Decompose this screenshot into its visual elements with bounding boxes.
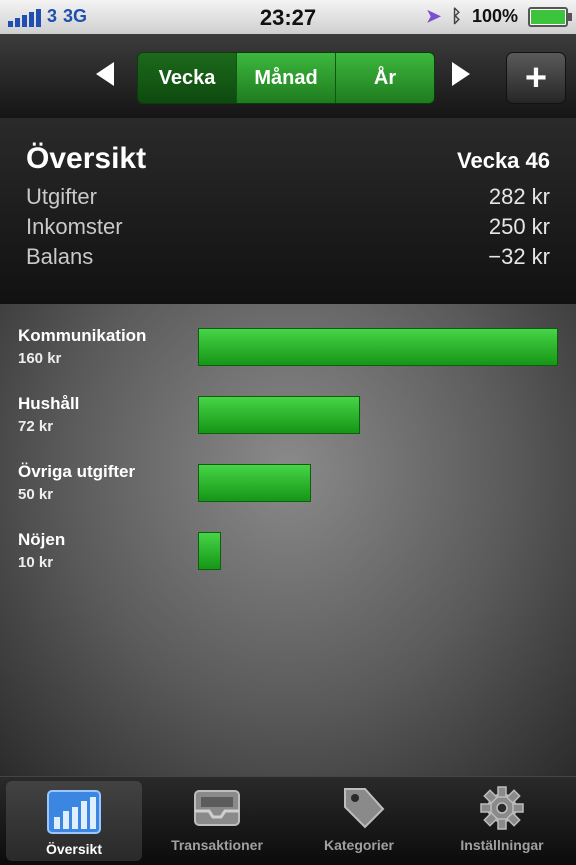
tab-label-categories: Kategorier — [323, 837, 395, 853]
inbox-icon — [194, 790, 240, 826]
income-value: 250 kr — [488, 214, 550, 239]
tab-overview[interactable]: Översikt — [6, 781, 142, 861]
category-amount: 72 kr — [18, 418, 54, 435]
segment-month[interactable]: Månad — [237, 53, 336, 103]
category-bar[interactable] — [198, 464, 311, 502]
segment-year[interactable]: År — [336, 53, 434, 103]
period-segmented-control: Vecka Månad År — [137, 52, 435, 104]
segment-week[interactable]: Vecka — [138, 53, 237, 103]
category-amount: 10 kr — [18, 554, 54, 571]
previous-period-button[interactable] — [96, 62, 114, 86]
tab-transactions[interactable]: Transaktioner — [150, 777, 284, 865]
gear-icon — [480, 786, 524, 830]
bluetooth-icon: ᛒ — [451, 6, 462, 26]
balance-label: Balans — [26, 244, 94, 269]
category-bar-chart: Kommunikation 160 kr Hushåll 72 kr Övriga ut… — [0, 304, 576, 776]
income-label: Inkomster — [26, 214, 123, 239]
status-bar: 3 3G 23:27 ➤ ᛒ 100% — [0, 0, 576, 34]
add-button[interactable]: + — [506, 52, 566, 104]
category-label: Nöjen — [18, 530, 66, 549]
category-amount: 160 kr — [18, 350, 62, 367]
tab-categories[interactable]: Kategorier — [292, 777, 426, 865]
expenses-row: Utgifter 282 kr — [26, 184, 550, 214]
nav-bar: Vecka Månad År + — [0, 34, 576, 119]
category-label: Hushåll — [18, 394, 80, 413]
expenses-value: 282 kr — [488, 184, 550, 209]
category-bar[interactable] — [198, 328, 558, 366]
tab-label-overview: Översikt — [45, 841, 103, 857]
chart-icon — [47, 790, 101, 834]
balance-value: −32 kr — [488, 244, 550, 269]
category-amount: 50 kr — [18, 486, 54, 503]
page-title: Översikt — [26, 142, 147, 175]
tab-label-settings: Inställningar — [460, 837, 544, 853]
category-label: Kommunikation — [18, 326, 147, 345]
battery-percent: 100% — [471, 6, 518, 26]
tab-settings[interactable]: Inställningar — [434, 777, 570, 865]
tag-icon — [344, 788, 385, 829]
summary-panel: Översikt Vecka 46 Utgifter 282 kr Inkoms… — [0, 118, 576, 304]
period-label: Vecka 46 — [457, 148, 550, 173]
category-bar[interactable] — [198, 396, 360, 434]
tab-bar: Översikt Transaktioner Kategorier Instäl… — [0, 776, 576, 865]
balance-row: Balans −32 kr — [26, 244, 550, 274]
expenses-label: Utgifter — [26, 184, 97, 209]
category-label: Övriga utgifter — [18, 462, 136, 481]
income-row: Inkomster 250 kr — [26, 214, 550, 244]
battery-icon — [528, 6, 572, 27]
location-icon: ➤ — [426, 6, 442, 26]
category-bar[interactable] — [198, 532, 221, 570]
tab-label-transactions: Transaktioner — [171, 837, 263, 853]
next-period-button[interactable] — [452, 62, 470, 86]
